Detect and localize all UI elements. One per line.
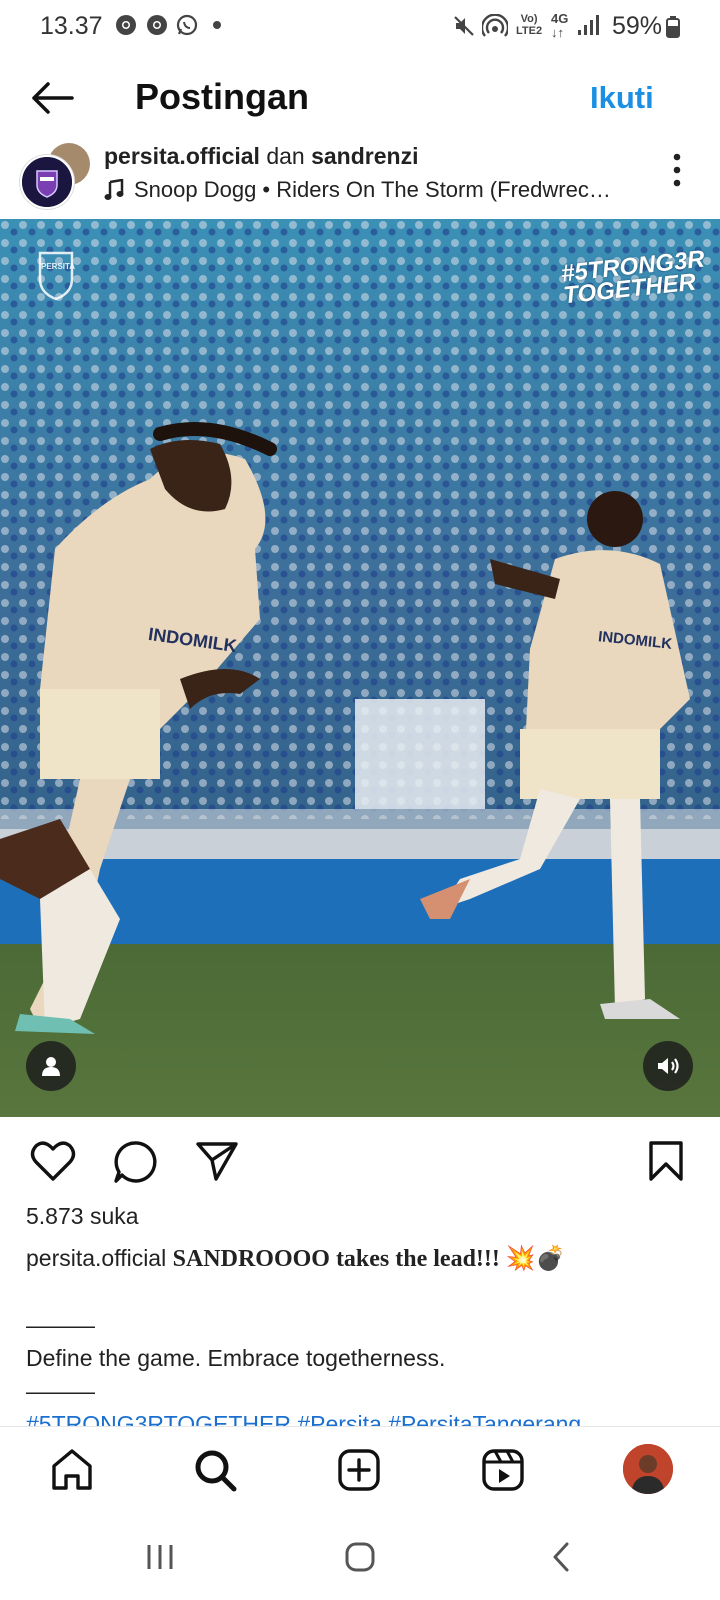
caption-username[interactable]: persita.official: [26, 1245, 166, 1271]
likes-count[interactable]: 5.873 suka: [26, 1203, 139, 1230]
mute-toggle-button[interactable]: [643, 1041, 693, 1091]
create-post-icon[interactable]: [337, 1448, 381, 1492]
chrome-icon: [115, 14, 137, 36]
reels-icon[interactable]: [481, 1448, 525, 1492]
author-avatar[interactable]: [20, 155, 74, 209]
post-authors[interactable]: persita.official dan sandrenzi: [104, 143, 418, 170]
home-button-icon[interactable]: [344, 1541, 376, 1573]
caption-hashtags[interactable]: #5TRONG3RTOGETHER #Persita #PersitaTange…: [26, 1408, 706, 1426]
collaborator-username[interactable]: sandrenzi: [311, 143, 418, 169]
whatsapp-icon: [176, 14, 198, 36]
back-button-icon[interactable]: [551, 1541, 571, 1573]
tagged-users-button[interactable]: [26, 1041, 76, 1091]
battery-percent: 59%: [612, 12, 663, 40]
caption-separator: ———: [26, 1312, 95, 1338]
speaker-icon: [655, 1054, 681, 1078]
crest-label: PERSITA: [41, 262, 76, 271]
audio-track-label: Snoop Dogg • Riders On The Storm (Fredwr…: [134, 177, 611, 202]
mute-icon: [452, 14, 476, 38]
more-options-icon[interactable]: [673, 153, 681, 187]
volte-indicator: Vo) LTE2: [516, 13, 543, 37]
music-note-icon: [104, 179, 124, 201]
status-time: 13.37: [40, 12, 103, 40]
chrome-icon: [146, 14, 168, 36]
author-username[interactable]: persita.official: [104, 143, 260, 169]
signal-icon: [577, 14, 601, 36]
share-icon[interactable]: [195, 1140, 239, 1182]
network-type: 4G ↓↑: [551, 11, 569, 40]
heart-icon[interactable]: [30, 1140, 76, 1182]
dot-icon: [212, 20, 222, 30]
back-arrow-icon[interactable]: [30, 80, 74, 116]
follow-button[interactable]: Ikuti: [590, 80, 654, 116]
caption: persita.official SANDROOOO takes the lea…: [26, 1242, 706, 1426]
caption-text: SANDROOOO takes the lead!!! 💥💣: [172, 1246, 566, 1272]
post-media[interactable]: [0, 219, 720, 1117]
battery-icon: [666, 16, 680, 38]
caption-tagline: Define the game. Embrace togetherness.: [26, 1345, 446, 1371]
home-icon[interactable]: [50, 1448, 94, 1492]
bookmark-icon[interactable]: [648, 1140, 684, 1182]
comment-icon[interactable]: [113, 1140, 157, 1184]
search-icon[interactable]: [193, 1448, 237, 1492]
person-icon: [39, 1054, 63, 1078]
author-join-word: dan: [266, 143, 305, 169]
audio-track-row[interactable]: Snoop Dogg • Riders On The Storm (Fredwr…: [104, 177, 624, 203]
hotspot-icon: [482, 14, 508, 38]
caption-separator: ———: [26, 1378, 95, 1404]
recent-apps-icon[interactable]: [145, 1543, 175, 1571]
page-title: Postingan: [135, 76, 310, 117]
profile-avatar[interactable]: [623, 1444, 673, 1494]
